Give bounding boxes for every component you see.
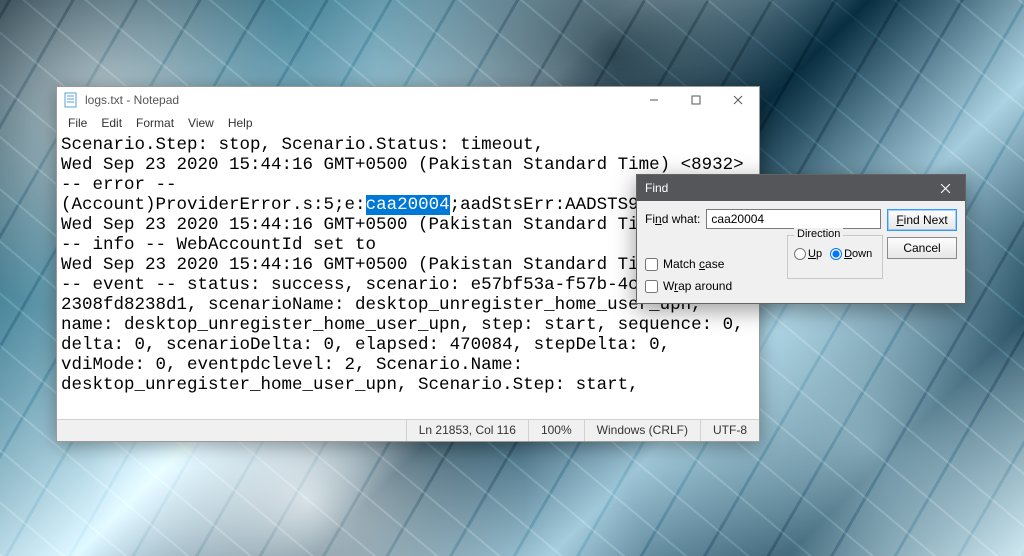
match-case-checkbox[interactable]: Match case	[645, 257, 732, 271]
maximize-button[interactable]	[675, 87, 717, 113]
direction-up[interactable]: Up	[794, 248, 822, 260]
direction-down[interactable]: Down	[830, 248, 872, 260]
status-encoding: UTF-8	[701, 420, 759, 441]
find-dialog: Find Find what: Find Next Cancel Directi…	[636, 174, 966, 304]
menubar: File Edit Format View Help	[57, 113, 759, 133]
menu-help[interactable]: Help	[221, 114, 260, 132]
notepad-icon	[63, 92, 79, 108]
close-button[interactable]	[717, 87, 759, 113]
minimize-button[interactable]	[633, 87, 675, 113]
selected-text: caa20004	[366, 195, 450, 215]
direction-legend: Direction	[794, 228, 843, 240]
window-title: logs.txt - Notepad	[85, 93, 633, 107]
status-position: Ln 21853, Col 116	[407, 420, 529, 441]
window-controls	[633, 87, 759, 113]
menu-view[interactable]: View	[181, 114, 221, 132]
find-what-input[interactable]	[706, 209, 881, 229]
find-close-button[interactable]	[925, 175, 965, 201]
titlebar[interactable]: logs.txt - Notepad	[57, 87, 759, 113]
find-next-button[interactable]: Find Next	[887, 209, 957, 231]
find-what-label: Find what:	[645, 212, 700, 226]
find-title-text: Find	[645, 181, 925, 195]
status-eol: Windows (CRLF)	[585, 420, 701, 441]
wrap-around-checkbox[interactable]: Wrap around	[645, 279, 732, 293]
menu-format[interactable]: Format	[129, 114, 181, 132]
statusbar: Ln 21853, Col 116 100% Windows (CRLF) UT…	[57, 419, 759, 441]
cancel-button[interactable]: Cancel	[887, 237, 957, 259]
menu-file[interactable]: File	[61, 114, 94, 132]
status-zoom: 100%	[529, 420, 585, 441]
direction-group: Direction Up Down	[787, 235, 883, 279]
menu-edit[interactable]: Edit	[94, 114, 129, 132]
find-titlebar[interactable]: Find	[637, 175, 965, 201]
